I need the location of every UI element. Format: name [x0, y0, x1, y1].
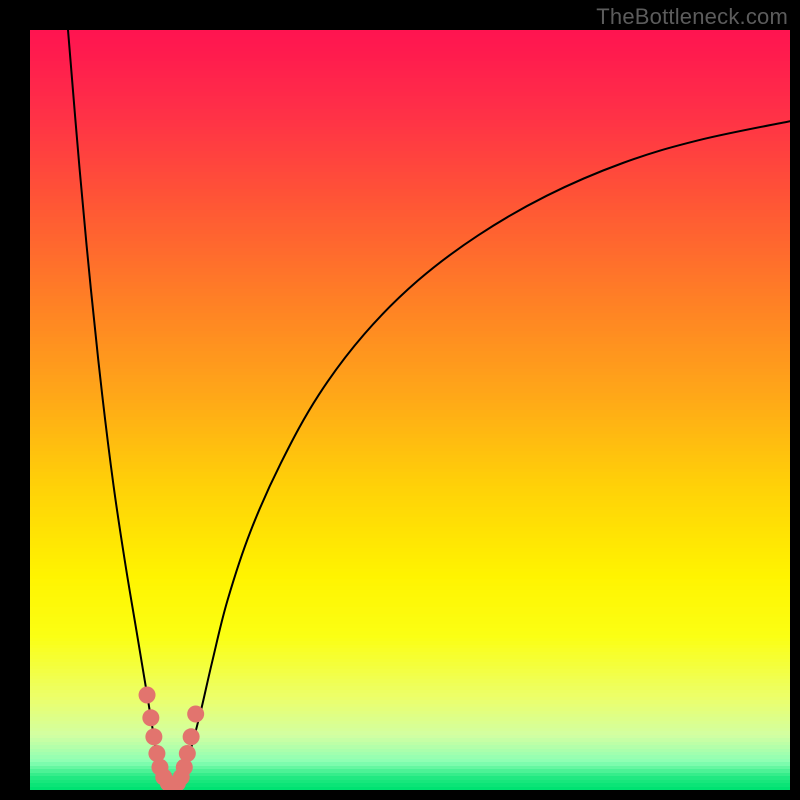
highlight-dot: [139, 687, 156, 704]
curve-layer: [30, 30, 790, 790]
chart-frame: TheBottleneck.com: [0, 0, 800, 800]
highlight-dot: [183, 728, 200, 745]
bottleneck-curve: [68, 30, 790, 786]
watermark-text: TheBottleneck.com: [596, 4, 788, 30]
highlight-dot: [145, 728, 162, 745]
plot-area: [30, 30, 790, 790]
highlight-dot: [187, 706, 204, 723]
highlight-dot: [142, 709, 159, 726]
highlight-dot: [179, 745, 196, 762]
